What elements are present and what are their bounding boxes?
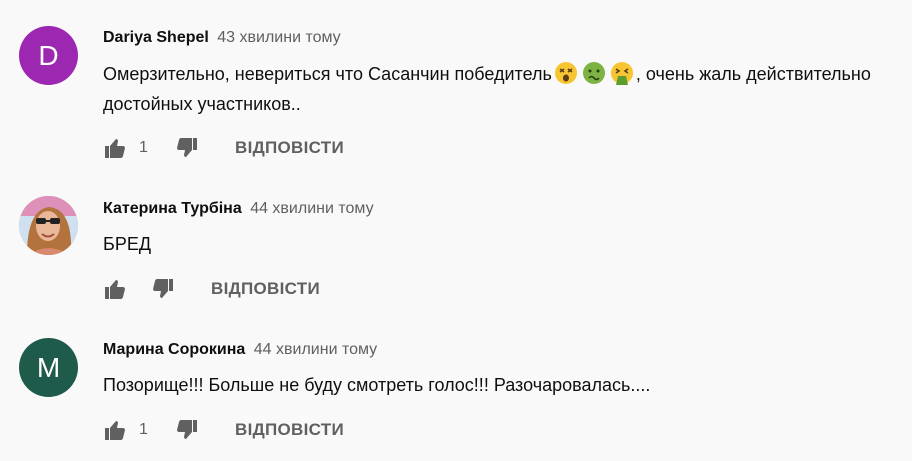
thumbs-down-icon[interactable]: [175, 418, 199, 442]
reply-button[interactable]: ВІДПОВІСТИ: [235, 138, 344, 158]
comment-actions: ВІДПОВІСТИ: [103, 277, 320, 301]
comment-header: Катерина Турбіна 44 хвилини тому: [103, 200, 374, 218]
thumbs-down-icon[interactable]: [175, 136, 199, 160]
comment-text-part: Омерзительно, невериться что Сасанчин по…: [103, 64, 552, 84]
comment-text: Позорище!!! Больше не буду смотреть голо…: [103, 375, 651, 395]
author-name[interactable]: Марина Сорокина: [103, 341, 245, 358]
dizzy-face-emoji: [554, 62, 577, 84]
avatar-letter: D: [38, 39, 59, 71]
comment-text: БРЕД: [103, 234, 152, 254]
author-name[interactable]: Катерина Турбіна: [103, 200, 242, 217]
comment-time[interactable]: 44 хвилини тому: [250, 200, 373, 217]
avatar[interactable]: [19, 196, 78, 255]
comment-text: Омерзительно, невериться что Сасанчин по…: [103, 59, 893, 119]
like-count: 1: [139, 139, 148, 156]
thumbs-up-icon[interactable]: [103, 136, 127, 160]
thumbs-down-icon[interactable]: [151, 277, 175, 301]
comment-header: Марина Сорокина 44 хвилини тому: [103, 341, 377, 359]
comment-actions: 1 ВІДПОВІСТИ: [103, 418, 344, 442]
author-name[interactable]: Dariya Shepel: [103, 29, 209, 46]
comment-time[interactable]: 44 хвилини тому: [254, 341, 377, 358]
reply-button[interactable]: ВІДПОВІСТИ: [235, 420, 344, 440]
avatar[interactable]: M: [19, 338, 78, 397]
comment-header: Dariya Shepel 43 хвилини тому: [103, 29, 341, 47]
vomiting-face-emoji: [610, 62, 633, 85]
reply-button[interactable]: ВІДПОВІСТИ: [211, 279, 320, 299]
thumbs-up-icon[interactable]: [103, 277, 127, 301]
thumbs-up-icon[interactable]: [103, 418, 127, 442]
like-count: 1: [139, 421, 148, 438]
comment-time[interactable]: 43 хвилини тому: [217, 29, 340, 46]
profile-photo: [19, 196, 78, 255]
avatar-letter: M: [36, 351, 61, 383]
comment-actions: 1 ВІДПОВІСТИ: [103, 136, 344, 160]
avatar[interactable]: D: [19, 26, 78, 85]
nauseated-face-emoji: [582, 62, 605, 84]
